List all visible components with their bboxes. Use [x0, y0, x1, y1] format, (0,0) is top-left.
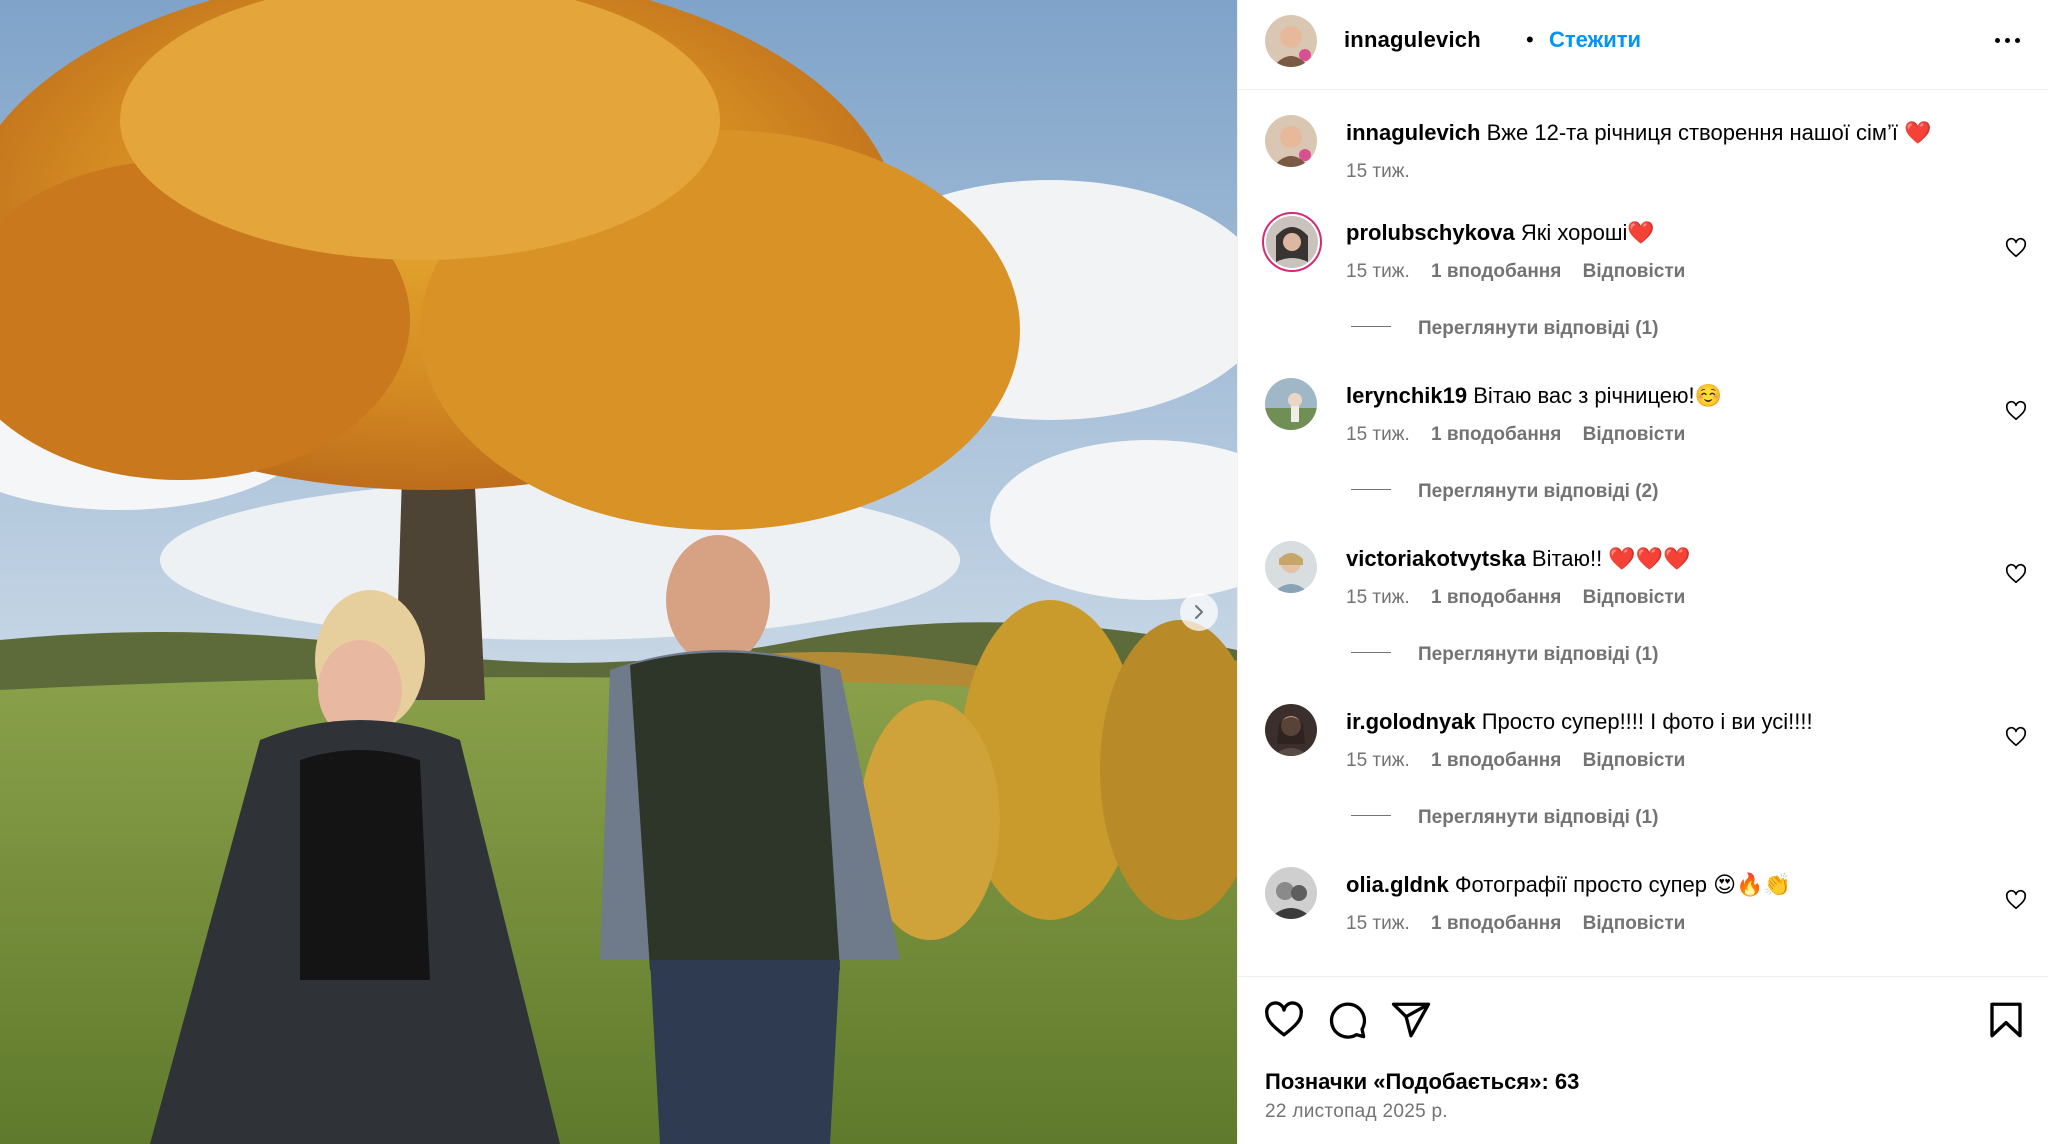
comment-text: Фотографії просто супер	[1454, 872, 1708, 897]
comment-time[interactable]: 15 тиж.	[1346, 750, 1410, 771]
replies-divider	[1351, 652, 1391, 654]
commenter-avatar[interactable]	[1265, 704, 1317, 756]
comment-like-icon[interactable]	[2005, 400, 2027, 422]
view-replies-button[interactable]: Переглянути відповіді (1)	[1351, 318, 1658, 340]
caption-emoji: ❤️	[1904, 120, 1932, 145]
bookmark-icon[interactable]	[1985, 999, 2027, 1041]
view-replies-button[interactable]: Переглянути відповіді (2)	[1351, 481, 1658, 503]
comment-username[interactable]: lerynchik19	[1346, 383, 1467, 408]
author-username[interactable]: innagulevich	[1344, 27, 1481, 53]
comment-like-icon[interactable]	[2005, 237, 2027, 259]
commenter-avatar[interactable]	[1262, 212, 1322, 272]
comment-like-icon[interactable]	[2005, 726, 2027, 748]
chevron-right-icon	[1195, 605, 1203, 619]
comment-username[interactable]: prolubschykova	[1346, 220, 1515, 245]
post-actions: Позначки «Подобається»: 63 22 листопад 2…	[1238, 976, 2048, 1144]
replies-divider	[1351, 489, 1391, 491]
reply-button[interactable]: Відповісти	[1583, 261, 1686, 282]
comment-text: Вітаю вас з річницею!	[1473, 383, 1695, 408]
comments-list[interactable]: innagulevich Вже 12-та річниця створення…	[1238, 90, 2048, 976]
replies-divider	[1351, 326, 1391, 328]
share-icon[interactable]	[1390, 999, 1432, 1041]
comment-text: Які хороші	[1520, 220, 1628, 245]
comment-emoji: ❤️❤️❤️	[1608, 546, 1691, 571]
post-side-panel: innagulevich • Стежити innagulevich Вже …	[1237, 0, 2048, 1144]
likes-count[interactable]: Позначки «Подобається»: 63	[1265, 1069, 1579, 1095]
comment-username[interactable]: olia.gldnk	[1346, 872, 1449, 897]
comment-likes[interactable]: 1 вподобання	[1431, 424, 1561, 445]
post-date[interactable]: 22 листопад 2025 р.	[1265, 1101, 1448, 1123]
comment-time[interactable]: 15 тиж.	[1346, 261, 1410, 282]
commenter-avatar[interactable]	[1265, 867, 1317, 919]
view-replies-label: Переглянути відповіді (1)	[1418, 644, 1659, 665]
post-photo[interactable]	[0, 0, 1237, 1144]
comment-text: Просто супер!!!! І фото і ви усі!!!!	[1481, 709, 1813, 734]
commenter-avatar[interactable]	[1265, 541, 1317, 593]
separator-dot: •	[1526, 27, 1534, 52]
comment-likes[interactable]: 1 вподобання	[1431, 587, 1561, 608]
replies-divider	[1351, 815, 1391, 817]
follow-button[interactable]: Стежити	[1549, 27, 1641, 53]
comment-time[interactable]: 15 тиж.	[1346, 587, 1410, 608]
comment-text: Вітаю!!	[1531, 546, 1603, 571]
comment-icon[interactable]	[1326, 999, 1368, 1041]
caption-username[interactable]: innagulevich	[1346, 120, 1480, 145]
comment-emoji: ☺️	[1694, 383, 1723, 408]
commenter-avatar[interactable]	[1265, 378, 1317, 430]
comment-emoji: ❤️	[1627, 220, 1655, 245]
reply-button[interactable]: Відповісти	[1583, 913, 1686, 934]
view-replies-label: Переглянути відповіді (2)	[1418, 481, 1659, 502]
comment-username[interactable]: victoriakotvytska	[1346, 546, 1526, 571]
comment-likes[interactable]: 1 вподобання	[1431, 750, 1561, 771]
comment-likes[interactable]: 1 вподобання	[1431, 261, 1561, 282]
caption-author-avatar[interactable]	[1265, 115, 1317, 167]
comment-username[interactable]: ir.golodnyak	[1346, 709, 1476, 734]
view-replies-label: Переглянути відповіді (1)	[1418, 807, 1659, 828]
more-options-icon[interactable]	[1987, 28, 2027, 52]
view-replies-button[interactable]: Переглянути відповіді (1)	[1351, 807, 1658, 829]
reply-button[interactable]: Відповісти	[1583, 750, 1686, 771]
author-avatar[interactable]	[1265, 15, 1317, 67]
comment-likes[interactable]: 1 вподобання	[1431, 913, 1561, 934]
comment-like-icon[interactable]	[2005, 889, 2027, 911]
post-header: innagulevich • Стежити	[1238, 0, 2048, 90]
next-photo-button[interactable]	[1180, 593, 1218, 631]
comment-time[interactable]: 15 тиж.	[1346, 424, 1410, 445]
photo-image	[0, 0, 1237, 1144]
heart-icon[interactable]	[1263, 999, 1305, 1041]
reply-button[interactable]: Відповісти	[1583, 424, 1686, 445]
view-replies-label: Переглянути відповіді (1)	[1418, 318, 1659, 339]
comment-time[interactable]: 15 тиж.	[1346, 913, 1410, 934]
caption-time[interactable]: 15 тиж.	[1346, 161, 1410, 182]
reply-button[interactable]: Відповісти	[1583, 587, 1686, 608]
comment-emoji: 😍🔥👏	[1713, 872, 1791, 897]
view-replies-button[interactable]: Переглянути відповіді (1)	[1351, 644, 1658, 666]
comment-like-icon[interactable]	[2005, 563, 2027, 585]
caption-text: Вже 12-та річниця створення нашої сім’ї	[1486, 120, 1899, 145]
